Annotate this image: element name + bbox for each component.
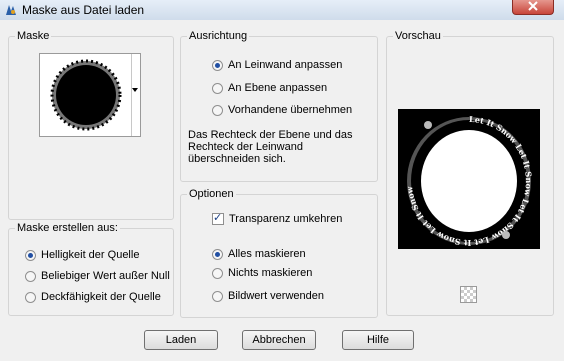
ausrichtung-description: Das Rechteck der Ebene und das Rechteck …	[188, 129, 353, 165]
hilfe-button[interactable]: Hilfe	[342, 330, 414, 350]
radio-indicator	[212, 290, 223, 302]
preview-mask-image: Let It Snow Let It Snow Let It Snow Let …	[404, 114, 534, 248]
radio-leinwand-anpassen-label: An Leinwand anpassen	[228, 59, 343, 71]
radio-helligkeit[interactable]: Helligkeit der Quelle	[25, 249, 139, 261]
radio-helligkeit-label: Helligkeit der Quelle	[41, 249, 140, 261]
radio-nichts-maskieren[interactable]: Nichts maskieren	[212, 267, 312, 279]
radio-indicator	[25, 291, 36, 303]
radio-vorhandene-label: Vorhandene übernehmen	[228, 104, 353, 116]
radio-indicator	[212, 59, 223, 71]
optionen-label: Optionen	[187, 188, 236, 200]
title-bar: Maske aus Datei laden	[0, 0, 564, 20]
radio-leinwand-anpassen[interactable]: An Leinwand anpassen	[212, 59, 342, 71]
vorschau-label: Vorschau	[393, 30, 443, 42]
radio-deckfaehigkeit[interactable]: Deckfähigkeit der Quelle	[25, 291, 161, 303]
checkbox-transparenz-umkehren[interactable]: Transparenz umkehren	[212, 211, 343, 225]
abbrechen-button[interactable]: Abbrechen	[242, 330, 316, 350]
window-title: Maske aus Datei laden	[22, 3, 145, 17]
mask-selector-separator	[131, 54, 132, 136]
close-icon	[528, 1, 538, 11]
radio-bildwert[interactable]: Bildwert verwenden	[212, 290, 324, 302]
radio-indicator	[212, 267, 223, 279]
mask-thumbnail	[50, 59, 122, 131]
radio-indicator	[25, 249, 36, 261]
radio-deckfaehigkeit-label: Deckfähigkeit der Quelle	[41, 291, 161, 303]
radio-indicator	[212, 104, 223, 116]
radio-ebene-anpassen[interactable]: An Ebene anpassen	[212, 82, 327, 94]
radio-indicator	[25, 270, 36, 282]
close-button[interactable]	[512, 0, 554, 15]
ausrichtung-label: Ausrichtung	[187, 30, 250, 42]
radio-alles-maskieren-label: Alles maskieren	[228, 248, 306, 260]
radio-bildwert-label: Bildwert verwenden	[228, 290, 324, 302]
app-icon	[6, 5, 16, 15]
mask-selector[interactable]	[39, 53, 141, 137]
preview-image: Let It Snow Let It Snow Let It Snow Let …	[398, 109, 540, 249]
laden-button[interactable]: Laden	[144, 330, 218, 350]
radio-nichts-maskieren-label: Nichts maskieren	[228, 267, 313, 279]
chevron-down-icon[interactable]	[132, 88, 138, 92]
erstellen-label: Maske erstellen aus:	[15, 222, 120, 234]
checkbox-indicator	[212, 211, 224, 225]
radio-beliebiger-wert[interactable]: Beliebiger Wert außer Null	[25, 270, 170, 282]
radio-beliebiger-wert-label: Beliebiger Wert außer Null	[41, 270, 170, 282]
radio-indicator	[212, 82, 223, 94]
maske-label: Maske	[15, 30, 52, 42]
radio-indicator	[212, 248, 223, 260]
checkbox-transparenz-label: Transparenz umkehren	[229, 213, 343, 225]
radio-vorhandene[interactable]: Vorhandene übernehmen	[212, 104, 352, 116]
radio-ebene-anpassen-label: An Ebene anpassen	[228, 82, 328, 94]
radio-alles-maskieren[interactable]: Alles maskieren	[212, 248, 306, 260]
transparency-checker-icon[interactable]	[460, 286, 477, 303]
